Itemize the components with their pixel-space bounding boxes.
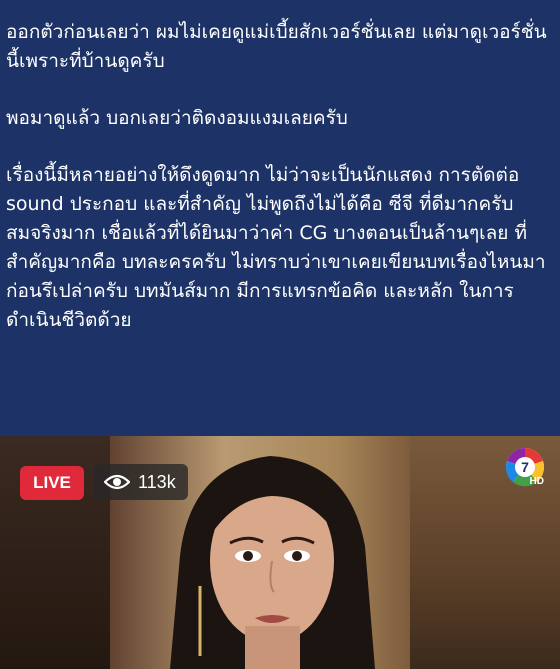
live-badge: LIVE [20, 466, 84, 500]
live-video-player[interactable]: LIVE 113k 7 HD [0, 436, 560, 669]
viewer-count: 113k [138, 472, 176, 492]
viewer-count-badge: 113k [94, 464, 188, 500]
eye-icon [104, 474, 130, 490]
post-paragraph-1: ออกตัวก่อนเลยว่า ผมไม่เคยดูแม่เบี้ยสักเว… [6, 21, 547, 72]
svg-text:7: 7 [521, 459, 529, 475]
channel-hd-label: HD [529, 476, 544, 487]
post-paragraph-2: พอมาดูแล้ว บอกเลยว่าติดงอมแงมเลยครับ [6, 107, 348, 129]
post-paragraph-3: เรื่องนี้มีหลายอย่างให้ดึงดูดมาก ไม่ว่าจ… [6, 164, 546, 331]
post-body: ออกตัวก่อนเลยว่า ผมไม่เคยดูแม่เบี้ยสักเว… [6, 18, 554, 363]
